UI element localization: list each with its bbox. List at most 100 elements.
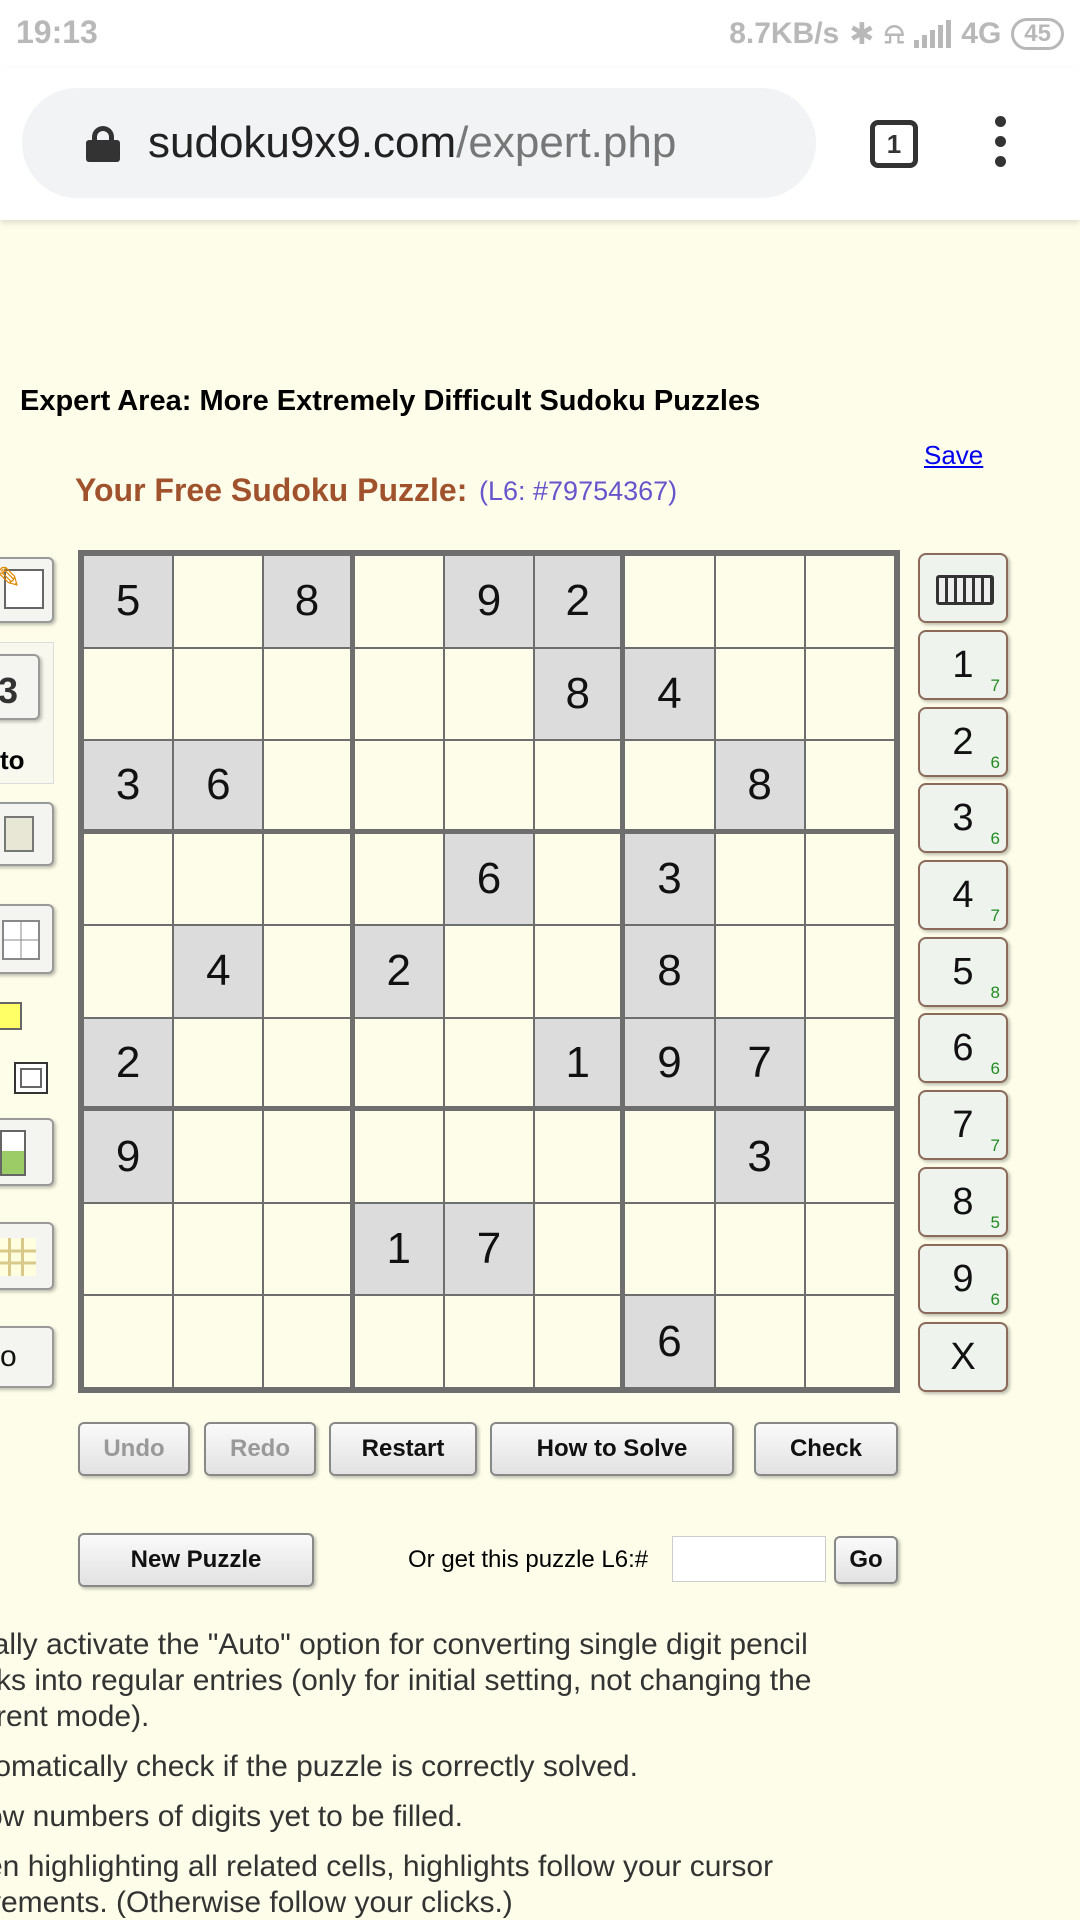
digit-1-button[interactable]: 17 [918,630,1008,700]
sudoku-cell[interactable]: 8 [625,926,714,1017]
partial-left-button[interactable]: o [0,1326,54,1388]
sudoku-cell[interactable] [444,926,534,1017]
sudoku-cell[interactable] [84,648,173,740]
sudoku-cell[interactable]: 1 [354,1203,443,1295]
yellow-color-swatch[interactable] [0,1002,22,1030]
sudoku-cell[interactable]: 6 [444,833,534,925]
sudoku-cell[interactable]: 3 [715,1111,804,1202]
digit-2-button[interactable]: 26 [918,707,1008,777]
sudoku-cell[interactable] [174,648,263,740]
address-bar[interactable]: sudoku9x9.com/expert.php [22,88,816,198]
sudoku-cell[interactable] [715,1203,804,1295]
url-text[interactable]: sudoku9x9.com/expert.php [148,116,676,170]
sudoku-cell[interactable]: 8 [535,648,621,740]
sudoku-cell[interactable] [354,1296,443,1387]
sudoku-cell[interactable] [264,926,350,1017]
crosshair-tool-button[interactable] [0,1222,54,1290]
sudoku-cell[interactable] [84,833,173,925]
sudoku-cell[interactable] [805,1296,894,1387]
sudoku-cell[interactable] [535,741,621,829]
digit-3-button[interactable]: 36 [918,783,1008,853]
sudoku-cell[interactable] [625,741,714,829]
sudoku-cell[interactable] [535,926,621,1017]
sudoku-cell[interactable] [174,1296,263,1387]
sudoku-cell[interactable]: 3 [84,741,173,829]
sudoku-cell[interactable] [444,1111,534,1202]
redo-button[interactable]: Redo [204,1422,316,1476]
sudoku-cell[interactable]: 7 [444,1203,534,1295]
sudoku-cell[interactable] [805,833,894,925]
erase-button[interactable]: X [918,1322,1008,1392]
sudoku-cell[interactable]: 6 [625,1296,714,1387]
hint-tool-button[interactable] [0,802,54,866]
sudoku-cell[interactable] [535,1296,621,1387]
sudoku-cell[interactable] [805,556,894,647]
sudoku-cell[interactable] [625,1111,714,1202]
sudoku-cell[interactable] [444,1018,534,1107]
sudoku-cell[interactable] [715,1296,804,1387]
digit-6-button[interactable]: 66 [918,1013,1008,1083]
sudoku-cell[interactable]: 5 [84,556,173,647]
highlight-tool-button[interactable] [0,904,54,974]
digit-8-button[interactable]: 85 [918,1167,1008,1237]
digit-9-button[interactable]: 96 [918,1244,1008,1314]
sudoku-cell[interactable] [174,1203,263,1295]
sudoku-cell[interactable] [174,1111,263,1202]
sudoku-cell[interactable]: 8 [264,556,350,647]
empty-checkbox-swatch[interactable] [14,1062,48,1094]
restart-button[interactable]: Restart [329,1422,477,1476]
overflow-menu-icon[interactable] [990,116,1010,176]
sudoku-cell[interactable] [264,1203,350,1295]
go-button[interactable]: Go [834,1536,898,1584]
sudoku-cell[interactable] [174,833,263,925]
sudoku-cell[interactable] [805,926,894,1017]
undo-button[interactable]: Undo [78,1422,190,1476]
sudoku-cell[interactable] [715,556,804,647]
sudoku-cell[interactable] [354,556,443,647]
sudoku-cell[interactable] [805,1203,894,1295]
how-to-solve-button[interactable]: How to Solve [490,1422,734,1476]
keyboard-button[interactable] [918,553,1008,623]
sudoku-cell[interactable] [264,1296,350,1387]
new-puzzle-button[interactable]: New Puzzle [78,1533,314,1587]
sudoku-cell[interactable] [535,1203,621,1295]
sudoku-cell[interactable] [174,1018,263,1107]
sudoku-cell[interactable] [805,1111,894,1202]
sudoku-cell[interactable]: 4 [174,926,263,1017]
sudoku-cell[interactable] [535,1111,621,1202]
sudoku-cell[interactable] [805,1018,894,1107]
digit-4-button[interactable]: 47 [918,860,1008,930]
sudoku-cell[interactable]: 2 [84,1018,173,1107]
calc-tool-button[interactable] [0,1118,54,1186]
sudoku-cell[interactable] [625,1203,714,1295]
sudoku-cell[interactable]: 1 [535,1018,621,1107]
sudoku-cell[interactable] [84,926,173,1017]
sudoku-cell[interactable] [84,1203,173,1295]
sudoku-cell[interactable]: 9 [84,1111,173,1202]
sudoku-cell[interactable]: 2 [354,926,443,1017]
tab-switcher-button[interactable]: 1 [870,120,918,168]
sudoku-cell[interactable]: 9 [625,1018,714,1107]
sudoku-cell[interactable] [805,648,894,740]
sudoku-cell[interactable]: 6 [174,741,263,829]
sudoku-cell[interactable]: 7 [715,1018,804,1107]
sudoku-cell[interactable]: 2 [535,556,621,647]
sudoku-cell[interactable] [715,833,804,925]
sudoku-cell[interactable] [264,1018,350,1107]
digit-7-button[interactable]: 77 [918,1090,1008,1160]
sudoku-cell[interactable] [444,648,534,740]
pencil-tool-button[interactable]: ✎ [0,557,54,623]
sudoku-cell[interactable] [264,741,350,829]
check-button[interactable]: Check [754,1422,898,1476]
sudoku-cell[interactable] [354,1111,443,1202]
sudoku-cell[interactable] [354,648,443,740]
sudoku-cell[interactable] [84,1296,173,1387]
pencil-mode-button[interactable]: 3 [0,654,40,720]
sudoku-cell[interactable] [444,1296,534,1387]
sudoku-cell[interactable] [354,1018,443,1107]
sudoku-cell[interactable] [625,556,714,647]
sudoku-cell[interactable] [354,741,443,829]
digit-5-button[interactable]: 58 [918,937,1008,1007]
sudoku-cell[interactable] [805,741,894,829]
sudoku-cell[interactable] [264,648,350,740]
